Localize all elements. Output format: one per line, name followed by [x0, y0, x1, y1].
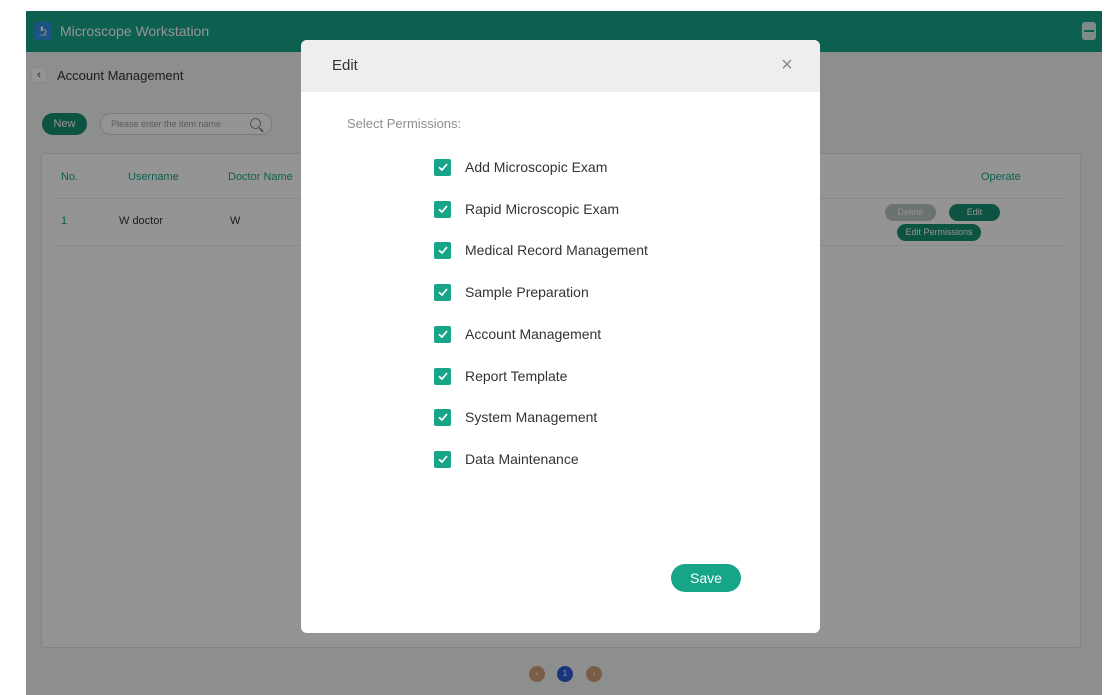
permission-label: Report Template [465, 368, 568, 384]
dialog-header: Edit × [301, 40, 820, 92]
permission-data-maintenance[interactable]: Data Maintenance [434, 449, 579, 469]
column-header-doctor-name: Doctor Name [228, 171, 293, 183]
checkbox-checked[interactable] [434, 367, 451, 385]
permission-label: Data Maintenance [465, 451, 579, 467]
edit-button[interactable]: Edit [949, 204, 1000, 221]
app-logo-icon [34, 22, 52, 40]
check-icon [437, 288, 448, 297]
minimize-button[interactable] [1082, 22, 1096, 40]
check-icon [437, 330, 448, 339]
checkbox-checked[interactable] [434, 325, 451, 343]
column-header-no: No. [61, 171, 79, 183]
cell-username: W doctor [119, 215, 164, 227]
cell-no: 1 [61, 215, 68, 227]
microscope-icon [39, 26, 47, 36]
checkbox-checked[interactable] [434, 283, 451, 301]
check-icon [437, 205, 448, 214]
checkbox-checked[interactable] [434, 200, 451, 218]
permission-medical-record-management[interactable]: Medical Record Management [434, 240, 648, 260]
permission-account-management[interactable]: Account Management [434, 324, 601, 344]
search-icon[interactable] [250, 118, 261, 129]
permission-report-template[interactable]: Report Template [434, 366, 567, 386]
dialog-title: Edit [332, 57, 358, 74]
permission-label: Add Microscopic Exam [465, 159, 608, 175]
close-icon[interactable]: × [778, 55, 796, 75]
permission-rapid-microscopic-exam[interactable]: Rapid Microscopic Exam [434, 199, 619, 219]
check-icon [437, 413, 448, 422]
prev-page-button[interactable]: ‹ [529, 666, 545, 682]
checkbox-checked[interactable] [434, 241, 451, 259]
check-icon [437, 163, 448, 172]
permission-label: System Management [465, 409, 598, 425]
column-header-operate: Operate [981, 171, 1021, 183]
permission-sample-preparation[interactable]: Sample Preparation [434, 282, 589, 302]
checkbox-checked[interactable] [434, 158, 451, 176]
new-button[interactable]: New [42, 113, 87, 135]
permission-label: Sample Preparation [465, 284, 589, 300]
check-icon [437, 455, 448, 464]
checkbox-checked[interactable] [434, 408, 451, 426]
back-icon[interactable]: ‹ [32, 68, 46, 82]
check-icon [437, 246, 448, 255]
current-page-button[interactable]: 1 [557, 666, 573, 682]
pagination: ‹ 1 › [26, 666, 1102, 686]
edit-permissions-dialog: Edit × Select Permissions: Add Microscop… [301, 40, 820, 633]
checkbox-checked[interactable] [434, 450, 451, 468]
permission-label: Account Management [465, 326, 602, 342]
search-input[interactable] [111, 117, 241, 131]
permission-label: Medical Record Management [465, 242, 648, 258]
column-header-username: Username [128, 171, 179, 183]
select-permissions-label: Select Permissions: [347, 116, 462, 131]
permission-system-management[interactable]: System Management [434, 407, 597, 427]
page-title: Account Management [57, 68, 184, 83]
edit-permissions-button[interactable]: Edit Permissions [897, 224, 981, 241]
delete-button[interactable]: Delete [885, 204, 936, 221]
save-button[interactable]: Save [671, 564, 741, 592]
search-box [100, 113, 272, 135]
cell-doctor-name: W [230, 215, 241, 227]
permission-add-microscopic-exam[interactable]: Add Microscopic Exam [434, 157, 607, 177]
next-page-button[interactable]: › [586, 666, 602, 682]
app-title: Microscope Workstation [60, 23, 210, 39]
check-icon [437, 372, 448, 381]
permission-label: Rapid Microscopic Exam [465, 201, 620, 217]
